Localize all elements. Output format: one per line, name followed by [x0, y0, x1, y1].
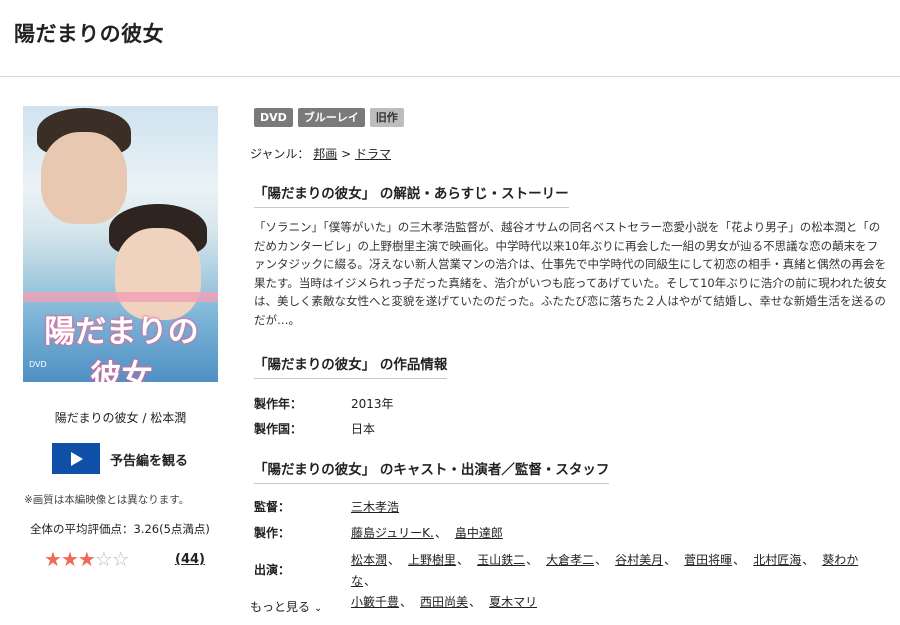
image-quality-note: ※画質は本編映像とは異なります。 [24, 494, 190, 506]
breadcrumb-separator: > [341, 147, 352, 161]
production-country-row: 製作国： 日本 [254, 420, 375, 437]
producer-link[interactable]: 藤島ジュリーK. [351, 526, 434, 540]
cast-list: 松本潤、 上野樹里、 玉山鉄二、 大倉孝二、 谷村美月、 菅田将暉、 北村匠海、 葵わかな、小… [351, 553, 859, 609]
info-heading: 「陽だまりの彼女」 の作品情報 [254, 353, 448, 379]
genre-link-drama[interactable]: ドラマ [355, 147, 391, 161]
poster-title-art: 陽だまりの彼女 [44, 314, 199, 382]
producer-row: 製作： 藤島ジュリーK.、 畠中達郎 [254, 526, 503, 540]
production-country-value: 日本 [351, 422, 376, 436]
cast-link[interactable]: 小籔千豊 [351, 595, 399, 609]
show-more-label: もっと見る [250, 600, 311, 614]
badge-bluray: ブルーレイ [297, 108, 365, 127]
production-year-label: 製作年： [254, 397, 303, 411]
genre-label: ジャンル： [250, 147, 310, 161]
cast-label: 出演： [254, 563, 291, 577]
trailer-label[interactable]: 予告編を観る [110, 450, 188, 469]
cast-link[interactable]: 上野樹里 [408, 553, 456, 567]
rating-stars: ★★★☆☆ [44, 547, 130, 571]
dvd-logo: DVD [29, 360, 47, 369]
cast-link[interactable]: 菅田将暉 [684, 553, 732, 567]
star-empty-icon: ☆ [94, 547, 113, 571]
format-badges: DVD ブルーレイ 旧作 [254, 108, 404, 127]
poster-figure-male [41, 132, 127, 224]
page-title: 陽だまりの彼女 [14, 22, 165, 46]
director-row: 監督： 三木孝浩 [254, 498, 399, 515]
production-country-label: 製作国： [254, 422, 303, 436]
play-icon [71, 452, 83, 466]
director-label: 監督： [254, 500, 291, 514]
poster-image[interactable]: 陽だまりの彼女 DVD [23, 106, 218, 382]
average-rating-text: 全体の平均評価点：3.26(5点満点) [30, 522, 210, 536]
producer-label: 製作： [254, 526, 291, 540]
star-full-icon: ★ [60, 547, 79, 571]
badge-old-release: 旧作 [369, 108, 404, 127]
genre-link-hoga[interactable]: 邦画 [313, 147, 337, 161]
production-year-row: 製作年： 2013年 [254, 395, 394, 412]
director-link[interactable]: 三木孝浩 [351, 500, 399, 514]
chevron-down-icon: ⌄ [314, 603, 323, 614]
poster-band [23, 292, 218, 302]
star-full-icon: ★ [44, 547, 62, 571]
badge-dvd: DVD [254, 108, 293, 127]
cast-link[interactable]: 夏木マリ [489, 595, 537, 609]
trailer-play-button[interactable] [52, 443, 100, 474]
cast-link[interactable]: 谷村美月 [615, 553, 663, 567]
production-year-value: 2013年 [351, 397, 394, 411]
cast-link[interactable]: 北村匠海 [753, 553, 801, 567]
poster-caption: 陽だまりの彼女 / 松本潤 [54, 411, 187, 425]
star-empty-icon: ☆ [111, 547, 130, 571]
cast-link[interactable]: 大倉孝二 [546, 553, 594, 567]
synopsis-heading: 「陽だまりの彼女」 の解説・あらすじ・ストーリー [254, 182, 569, 208]
cast-link[interactable]: 西田尚美 [420, 595, 468, 609]
title-divider [0, 76, 900, 77]
producer-link[interactable]: 畠中達郎 [455, 526, 503, 540]
cast-link[interactable]: 玉山鉄二 [477, 553, 525, 567]
cast-link[interactable]: 松本潤 [351, 553, 387, 567]
cast-heading: 「陽だまりの彼女」 のキャスト・出演者／監督・スタッフ [254, 458, 610, 484]
review-count-link[interactable]: (44) [175, 552, 205, 567]
show-more-link[interactable]: もっと見る ⌄ [250, 598, 322, 615]
genre-breadcrumb: ジャンル： 邦画 > ドラマ [250, 145, 391, 162]
synopsis-text: 「ソラニン」「僕等がいた」の三木孝浩監督が、越谷オサムの同名ベストセラー恋愛小説… [254, 220, 887, 327]
star-full-icon: ★ [77, 547, 96, 571]
